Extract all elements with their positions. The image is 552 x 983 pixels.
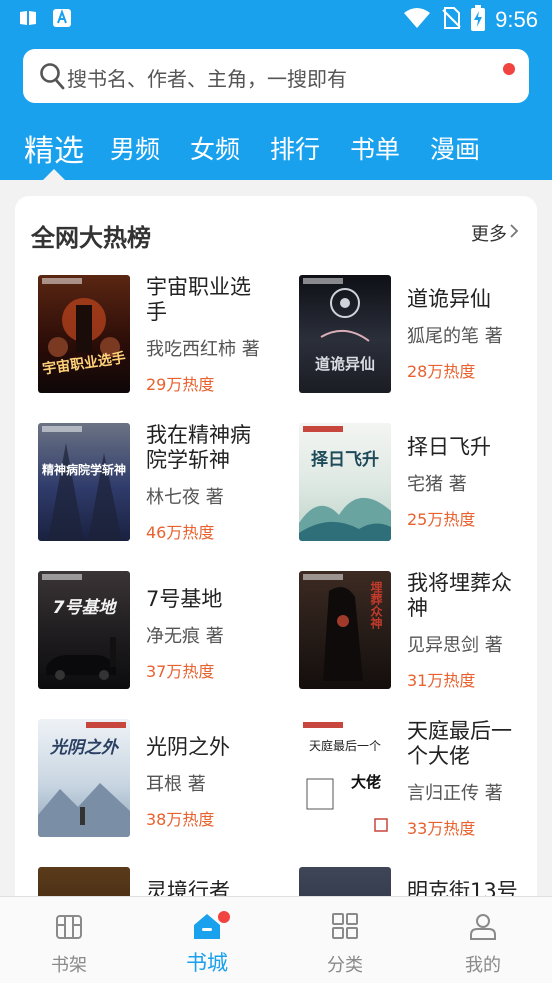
tab-comics[interactable]: 漫画 [430, 130, 480, 166]
book-title: 择日飞升 [407, 435, 491, 459]
book-title: 光阴之外 [146, 735, 230, 759]
no-sim-icon [441, 6, 461, 34]
book-cover: 光阴之外 [38, 719, 130, 837]
book-title: 我在精神病院学斩神 [146, 423, 251, 472]
book-cover: 7号基地 [38, 571, 130, 689]
search-bar[interactable]: 搜书名、作者、主角，一搜即有 [23, 49, 529, 103]
tab-booklists[interactable]: 书单 [350, 130, 400, 166]
nav-badge-dot [218, 911, 230, 923]
tab-ranking[interactable]: 排行 [270, 130, 320, 166]
nav-label: 分类 [327, 955, 363, 976]
search-badge-dot [503, 63, 515, 75]
bottom-navigation: 书架 书城 分类 我的 [0, 896, 552, 983]
hot-list-card: 全网大热榜 更多 宇宙职业选手 宇宙职业选手 我吃西红柿 著 29万热度 道诡异… [15, 196, 537, 896]
category-tabs: 精选 男频 女频 排行 书单 漫画 [0, 126, 552, 180]
nav-bookshelf[interactable]: 书架 [24, 911, 114, 977]
tab-female[interactable]: 女频 [190, 130, 240, 166]
book-author: 林七夜 著 [146, 487, 224, 508]
book-heat: 33万热度 [407, 819, 476, 838]
book-item[interactable]: 道诡异仙 道诡异仙 狐尾的笔 著 28万热度 [299, 275, 537, 395]
app-notification-icon [52, 8, 72, 32]
search-placeholder: 搜书名、作者、主角，一搜即有 [67, 67, 347, 91]
nav-category[interactable]: 分类 [300, 911, 390, 977]
book-author: 见异思剑 著 [407, 635, 503, 656]
category-icon [330, 913, 360, 945]
book-cover: 宇宙职业选手 [38, 275, 130, 393]
book-author: 言归正传 著 [407, 783, 503, 804]
nav-profile[interactable]: 我的 [438, 911, 528, 977]
book-title: 宇宙职业选手 [146, 275, 251, 324]
book-item[interactable]: 精神病院学斩神 我在精神病院学斩神 林七夜 著 46万热度 [38, 423, 278, 543]
book-author: 宅猪 著 [407, 474, 467, 495]
svg-text:大佬: 大佬 [351, 773, 381, 791]
book-notification-icon [18, 8, 38, 32]
bookshelf-icon [54, 915, 84, 945]
book-title: 天庭最后一个大佬 [407, 719, 512, 768]
section-title: 全网大热榜 [31, 224, 151, 252]
book-title: 明克街13号 [407, 879, 518, 896]
book-heat: 38万热度 [146, 810, 215, 829]
book-author: 狐尾的笔 著 [407, 326, 503, 347]
book-item[interactable]: 光阴之外 光阴之外 耳根 著 38万热度 [38, 719, 278, 839]
profile-icon [468, 914, 498, 945]
book-cover: 大佬 天庭最后一个 [299, 719, 391, 837]
book-item[interactable]: 7号基地 7号基地 净无痕 著 37万热度 [38, 571, 278, 691]
book-author: 我吃西红柿 著 [146, 339, 260, 360]
book-item[interactable]: 灵境行者 [38, 867, 278, 896]
book-heat: 25万热度 [407, 510, 476, 529]
book-author: 耳根 著 [146, 774, 206, 795]
search-icon [39, 62, 65, 94]
clock: 9:56 [495, 7, 538, 32]
book-cover [38, 867, 130, 896]
header: 搜书名、作者、主角，一搜即有 精选 男频 女频 排行 书单 漫画 [0, 38, 552, 180]
battery-charging-icon [471, 5, 486, 35]
active-tab-indicator [43, 169, 65, 180]
book-title: 我将埋葬众神 [407, 571, 512, 620]
book-title: 7号基地 [146, 587, 223, 611]
nav-bookstore[interactable]: 书城 [162, 911, 252, 977]
book-cover: 精神病院学斩神 [38, 423, 130, 541]
nav-label: 书架 [51, 955, 87, 976]
book-title: 灵境行者 [146, 879, 230, 896]
book-heat: 46万热度 [146, 523, 215, 542]
chevron-right-icon [509, 223, 519, 244]
book-cover: 择日飞升 [299, 423, 391, 541]
book-item[interactable]: 埋葬众神 我将埋葬众神 见异思剑 著 31万热度 [299, 571, 537, 691]
tab-featured[interactable]: 精选 [24, 126, 84, 170]
book-author: 净无痕 著 [146, 626, 224, 647]
bookstore-icon [192, 914, 222, 945]
more-button[interactable]: 更多 [471, 220, 519, 246]
book-item[interactable]: 择日飞升 择日飞升 宅猪 著 25万热度 [299, 423, 537, 543]
book-heat: 31万热度 [407, 671, 476, 690]
book-cover: 道诡异仙 [299, 275, 391, 393]
book-cover [299, 867, 391, 896]
tab-male[interactable]: 男频 [110, 130, 160, 166]
book-heat: 29万热度 [146, 375, 215, 394]
book-item[interactable]: 大佬 天庭最后一个 天庭最后一个大佬 言归正传 著 33万热度 [299, 719, 537, 839]
status-bar: 9:56 [0, 0, 552, 38]
book-heat: 37万热度 [146, 662, 215, 681]
book-heat: 28万热度 [407, 362, 476, 381]
book-item[interactable]: 明克街13号 [299, 867, 537, 896]
book-title: 道诡异仙 [407, 287, 491, 311]
nav-label: 我的 [465, 955, 501, 976]
book-cover: 埋葬众神 [299, 571, 391, 689]
wifi-icon [403, 7, 431, 33]
book-item[interactable]: 宇宙职业选手 宇宙职业选手 我吃西红柿 著 29万热度 [38, 275, 278, 395]
nav-label: 书城 [186, 951, 228, 975]
more-label: 更多 [471, 224, 507, 245]
